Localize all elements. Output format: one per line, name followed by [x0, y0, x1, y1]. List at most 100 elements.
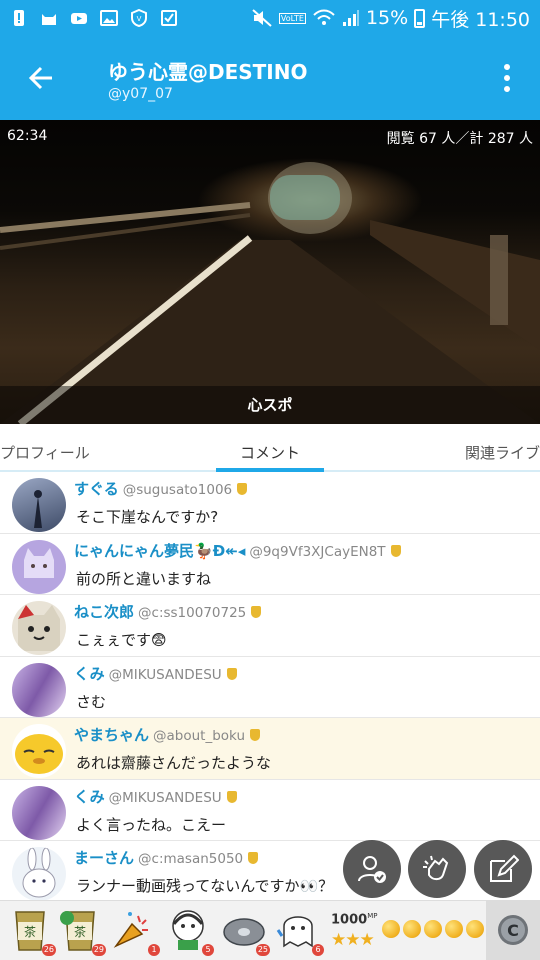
avatar[interactable]: [12, 478, 66, 532]
write-comment-button[interactable]: [474, 840, 532, 898]
follow-button[interactable]: [343, 840, 401, 898]
comment-item[interactable]: にゃんにゃん夢民🦆Ð↞◂ @9q9Vf3XJCayEN8T 前の所と違いますね: [0, 533, 540, 595]
coin-icon: [382, 920, 400, 938]
comment-item[interactable]: やまちゃん @about_boku あれは齋藤さんだったような: [0, 718, 540, 780]
youtube-icon: [71, 13, 87, 24]
commenter-id: @about_boku: [153, 728, 246, 744]
item-character-ghost[interactable]: 6: [276, 906, 324, 956]
notification-icons: V: [10, 9, 178, 27]
medal-icon: [390, 544, 401, 557]
signal-icon: [342, 10, 359, 26]
avatar[interactable]: [12, 662, 66, 717]
item-tea-10[interactable]: 茶 29: [58, 906, 106, 956]
commenter-id: @9q9Vf3XJCayEN8T: [249, 543, 386, 560]
coin-icon: [466, 920, 484, 938]
arrow-left-icon: [28, 66, 52, 90]
back-button[interactable]: [22, 58, 62, 98]
item-tea[interactable]: 茶 26: [8, 906, 56, 956]
system-icons: VoLTE 15% 午後 11:50: [251, 5, 530, 32]
live-video-player[interactable]: 62:34 閲覧 67 人／計 287 人 心スポ: [0, 120, 540, 424]
commenter-name: やまちゃん @about_boku: [74, 724, 261, 745]
svg-text:C: C: [507, 921, 519, 940]
coin-icon: [424, 920, 442, 938]
tab-bar: プロフィール コメント 関連ライブ: [0, 424, 540, 472]
item-count-badge: 29: [91, 944, 106, 956]
tab-comments[interactable]: コメント: [240, 442, 300, 463]
commenter-name: すぐる @sugusato1006: [74, 478, 248, 499]
medal-icon: [248, 852, 259, 864]
item-disc[interactable]: 25: [222, 906, 270, 956]
comment-text: あれは齋藤さんだったような: [76, 754, 272, 772]
item-count-badge: 5: [202, 944, 214, 956]
medal-icon: [237, 483, 248, 495]
avatar[interactable]: [12, 724, 66, 778]
avatar[interactable]: [12, 539, 66, 594]
coin-gauge: [382, 920, 484, 938]
applause-button[interactable]: [408, 840, 466, 898]
comment-text: よく言ったね。こえー: [76, 815, 227, 834]
comment-item[interactable]: くみ @MIKUSANDESU よく言ったね。こえー: [0, 779, 540, 841]
elapsed-time: 62:34: [7, 128, 48, 144]
avatar[interactable]: [12, 785, 66, 840]
avatar[interactable]: [12, 601, 66, 655]
clap-icon: [423, 855, 449, 881]
tab-profile[interactable]: プロフィール: [0, 442, 90, 463]
commenter-id: @c:masan5050: [138, 851, 244, 867]
commenter-id: @MIKUSANDESU: [108, 666, 222, 683]
shield-icon: V: [131, 9, 147, 27]
coin-shop-button[interactable]: C: [486, 900, 540, 960]
medal-icon: [251, 606, 262, 618]
viewer-count: 閲覧 67 人／計 287 人: [386, 131, 533, 147]
c-coin-icon: C: [498, 915, 528, 945]
pencil-icon: [490, 854, 519, 882]
item-count-badge: 6: [312, 944, 324, 956]
alert-icon: [14, 10, 24, 26]
video-frame: [0, 162, 540, 424]
comment-text: そこ下崖なんですか?: [76, 508, 219, 526]
level-stars: ★★★: [331, 930, 375, 950]
status-bar: V VoLTE 15% 午後 11:50: [0, 0, 540, 36]
commenter-id: @c:ss10070725: [138, 605, 247, 621]
svg-text:V: V: [137, 15, 142, 23]
wifi-icon: [313, 9, 335, 25]
medal-icon: [226, 667, 237, 680]
mp-points: 1000MP: [331, 912, 378, 928]
app-header: ゆう心霊@DESTINO @y07_07: [0, 36, 540, 120]
item-party-horn[interactable]: 1: [112, 906, 160, 956]
avatar[interactable]: [12, 847, 66, 900]
comment-text: さむ: [76, 692, 107, 711]
gallery-icon: [100, 10, 118, 26]
stream-title: 心スポ: [0, 386, 540, 424]
comment-item[interactable]: くみ @MIKUSANDESU さむ: [0, 656, 540, 718]
volte-label: VoLTE: [278, 12, 306, 24]
battery-percent: 15%: [365, 7, 409, 29]
medal-icon: [250, 729, 261, 741]
comment-text: 前の所と違いますね: [76, 569, 212, 588]
comment-item[interactable]: ねこ次郎 @c:ss10070725 こぇぇです😨: [0, 595, 540, 657]
mute-icon: [252, 9, 272, 27]
battery-icon: [414, 8, 426, 28]
commenter-name: ねこ次郎 @c:ss10070725: [74, 601, 262, 622]
commenter-id: @MIKUSANDESU: [108, 789, 222, 806]
coin-icon: [445, 920, 463, 938]
item-count-badge: 26: [41, 944, 56, 956]
comment-text: こぇぇです😨: [76, 631, 167, 649]
checkbox-icon: [161, 10, 177, 26]
clock: 午後 11:50: [431, 8, 530, 31]
item-count-badge: 1: [148, 944, 160, 956]
medal-icon: [226, 790, 237, 803]
app-root: V VoLTE 15% 午後 11:50 ゆう心霊@DESTINO @y07_0…: [0, 0, 540, 960]
svg-text:茶: 茶: [74, 924, 86, 939]
coin-icon: [403, 920, 421, 938]
more-options-button[interactable]: [492, 60, 522, 96]
broadcaster-id: @y07_07: [108, 86, 173, 102]
user-check-icon: [358, 856, 386, 883]
item-character-dj[interactable]: 5: [166, 906, 214, 956]
tab-related-live[interactable]: 関連ライブ: [465, 442, 540, 463]
comment-list[interactable]: すぐる @sugusato1006 そこ下崖なんですか? にゃんにゃん夢民🦆Ð↞◂…: [0, 472, 540, 900]
comment-text: ランナー動画残ってないんですか👀？: [76, 877, 334, 895]
commenter-id: @sugusato1006: [122, 482, 233, 498]
comment-item[interactable]: すぐる @sugusato1006 そこ下崖なんですか?: [0, 472, 540, 534]
broadcaster-name: ゆう心霊@DESTINO: [108, 60, 308, 84]
commenter-name: にゃんにゃん夢民🦆Ð↞◂ @9q9Vf3XJCayEN8T: [74, 540, 401, 561]
